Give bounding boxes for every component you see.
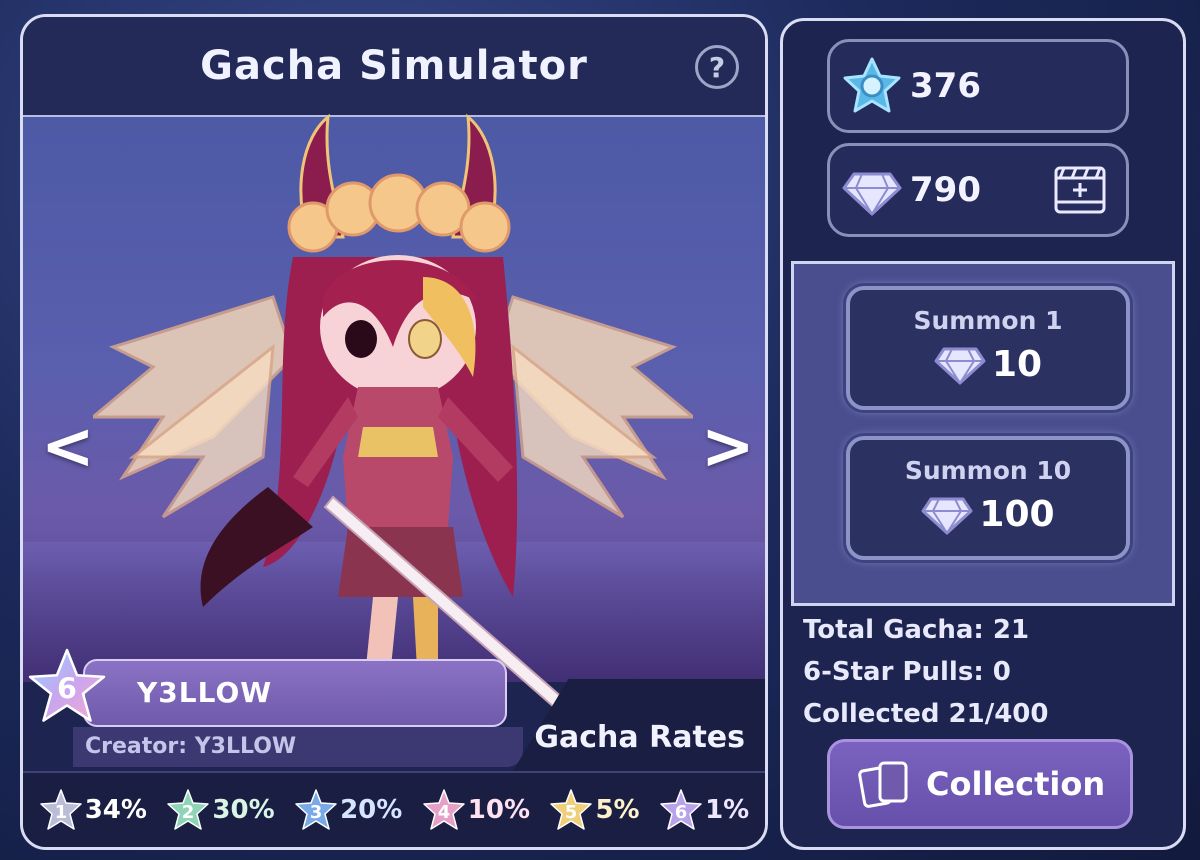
creator-label: Creator: Y3LLOW — [85, 734, 297, 759]
previous-character-button[interactable]: < — [41, 415, 95, 479]
rate-percentage: 20% — [340, 795, 403, 825]
six-star-pulls-stat: 6-Star Pulls: 0 — [803, 657, 1011, 687]
question-icon: ? — [708, 50, 726, 84]
rarity-star-icon: 3 — [295, 789, 337, 830]
rate-percentage: 10% — [467, 795, 531, 825]
star-currency: 376 — [827, 39, 1129, 133]
rate-percentage: 1% — [705, 795, 750, 825]
collection-button[interactable]: Collection — [827, 739, 1133, 829]
summon-1-cost: 10 — [850, 344, 1126, 385]
gacha-stats: Total Gacha: 21 6-Star Pulls: 0 Collecte… — [803, 609, 1049, 735]
total-gacha-stat: Total Gacha: 21 — [803, 615, 1030, 645]
summon-10-button[interactable]: Summon 10 100 — [846, 436, 1130, 560]
rate-item: 2 30% — [166, 788, 275, 832]
character-name-plate: Y3LLOW — [83, 659, 507, 727]
collected-stat: Collected 21/400 — [803, 699, 1049, 729]
watch-video-add-gems-icon[interactable] — [1052, 162, 1108, 218]
rarity-star-icon: 6 — [28, 648, 106, 722]
next-character-button[interactable]: > — [701, 415, 755, 479]
summon-10-cost: 100 — [850, 494, 1126, 535]
page-title: Gacha Simulator — [200, 43, 588, 89]
rate-star-number: 4 — [438, 802, 451, 823]
cards-icon — [858, 761, 908, 808]
rarity-star-icon: 2 — [167, 789, 210, 830]
rarity-star-icon: 6 — [660, 789, 702, 830]
rarity-number: 6 — [57, 672, 77, 706]
rate-item: 3 20% — [294, 788, 402, 832]
character-illustration — [93, 113, 693, 717]
diamond-icon — [934, 347, 986, 385]
diamond-icon — [921, 497, 973, 535]
rate-percentage: 30% — [212, 795, 275, 825]
star-coin-icon — [843, 57, 901, 113]
rarity-star-icon: 1 — [39, 789, 82, 830]
rarity-star-icon: 4 — [423, 789, 465, 830]
diamond-icon — [842, 172, 902, 216]
gacha-rates-label: Gacha Rates — [534, 720, 745, 755]
summon-10-cost-value: 100 — [979, 494, 1055, 535]
summon-area: Summon 1 10 Summon 10 100 — [791, 261, 1175, 606]
rate-star-number: 1 — [54, 802, 67, 823]
rate-star-number: 5 — [565, 802, 578, 823]
rate-item: 4 10% — [422, 788, 530, 832]
summon-1-label: Summon 1 — [913, 306, 1063, 335]
summon-10-label: Summon 10 — [904, 456, 1072, 485]
gem-currency: 790 — [827, 143, 1129, 237]
summon-panel: 376 790 Summon 1 10 Summon 10 100 Total … — [780, 18, 1186, 850]
star-count: 376 — [910, 66, 981, 106]
rate-item: 1 34% — [39, 788, 147, 832]
rate-star-number: 2 — [182, 802, 195, 823]
character-preview-panel: Gacha Simulator ? < > Creator: Y3LLOW Y3… — [20, 14, 768, 850]
rate-percentage: 34% — [84, 795, 147, 825]
creator-plate: Creator: Y3LLOW — [73, 727, 523, 767]
character-name: Y3LLOW — [137, 676, 273, 709]
rate-item: 6 1% — [659, 788, 749, 832]
rate-star-number: 3 — [310, 802, 323, 823]
rarity-star-icon: 5 — [550, 789, 593, 830]
help-button[interactable]: ? — [695, 45, 739, 89]
collection-label: Collection — [926, 765, 1106, 803]
rates-bar: 1 34% 2 30% 3 20% 4 10% 5 5% 6 1% — [23, 771, 765, 847]
gem-count: 790 — [910, 170, 981, 210]
rate-item: 5 5% — [549, 788, 640, 832]
rate-star-number: 6 — [675, 802, 688, 823]
summon-1-button[interactable]: Summon 1 10 — [846, 286, 1130, 410]
summon-1-cost-value: 10 — [991, 344, 1043, 385]
rate-percentage: 5% — [595, 795, 640, 825]
